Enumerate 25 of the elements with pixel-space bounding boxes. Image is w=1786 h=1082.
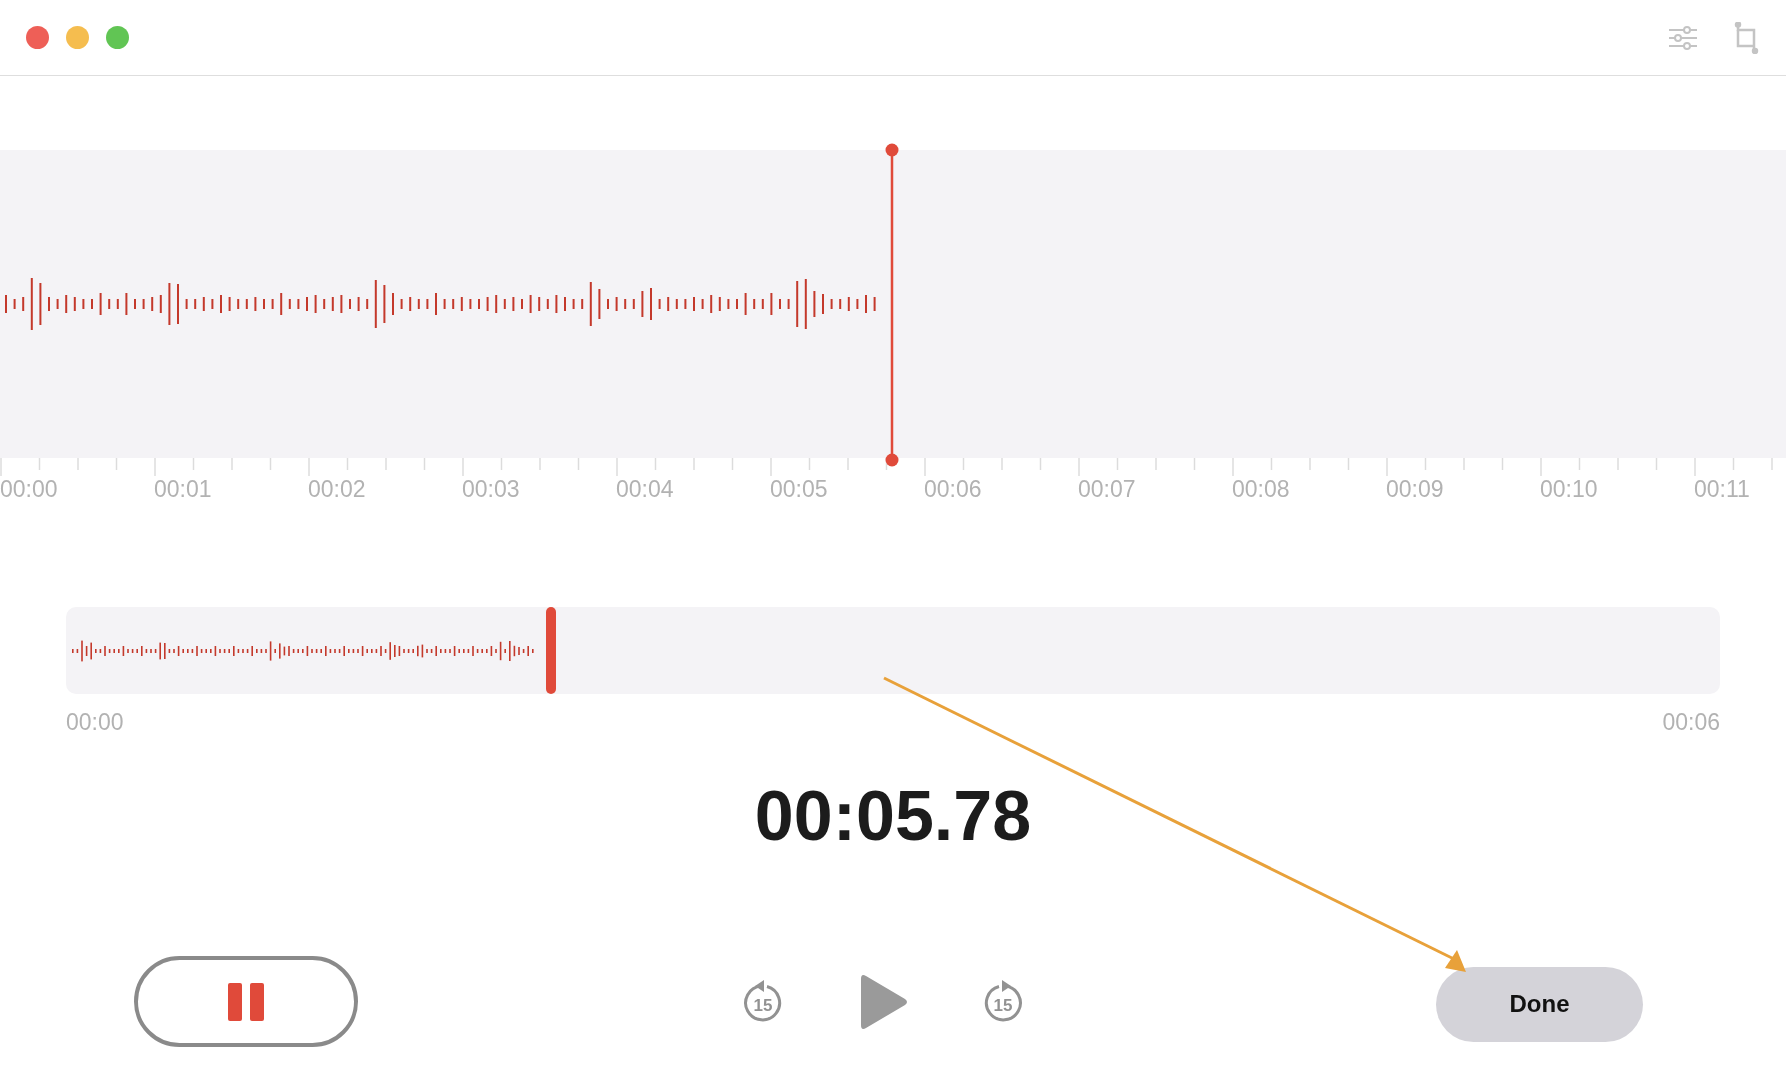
start-time: 00:00 bbox=[66, 709, 124, 736]
time-label: 00:05 bbox=[770, 476, 829, 503]
time-label: 00:00 bbox=[0, 476, 59, 503]
overview-track[interactable] bbox=[66, 607, 1720, 694]
playhead[interactable] bbox=[885, 143, 899, 467]
zoom-button[interactable] bbox=[106, 26, 129, 49]
minimize-button[interactable] bbox=[66, 26, 89, 49]
time-label: 00:08 bbox=[1232, 476, 1291, 503]
time-label: 00:01 bbox=[154, 476, 213, 503]
elapsed-time: 00:05.78 bbox=[753, 776, 1033, 856]
close-button[interactable] bbox=[26, 26, 49, 49]
time-label: 00:11 bbox=[1694, 476, 1751, 503]
sliders-icon[interactable] bbox=[1668, 24, 1698, 51]
time-label: 00:09 bbox=[1386, 476, 1445, 503]
time-label: 00:07 bbox=[1078, 476, 1137, 503]
time-label: 00:06 bbox=[924, 476, 983, 503]
end-time: 00:06 bbox=[1662, 709, 1720, 736]
position-handle[interactable] bbox=[545, 607, 556, 694]
crop-icon[interactable] bbox=[1734, 21, 1760, 54]
time-label: 00:04 bbox=[616, 476, 675, 503]
time-label: 00:03 bbox=[462, 476, 521, 503]
time-label: 00:02 bbox=[308, 476, 367, 503]
time-label: 00:10 bbox=[1540, 476, 1599, 503]
pause-icon bbox=[228, 982, 264, 1021]
done-button[interactable]: Done bbox=[1436, 966, 1643, 1042]
